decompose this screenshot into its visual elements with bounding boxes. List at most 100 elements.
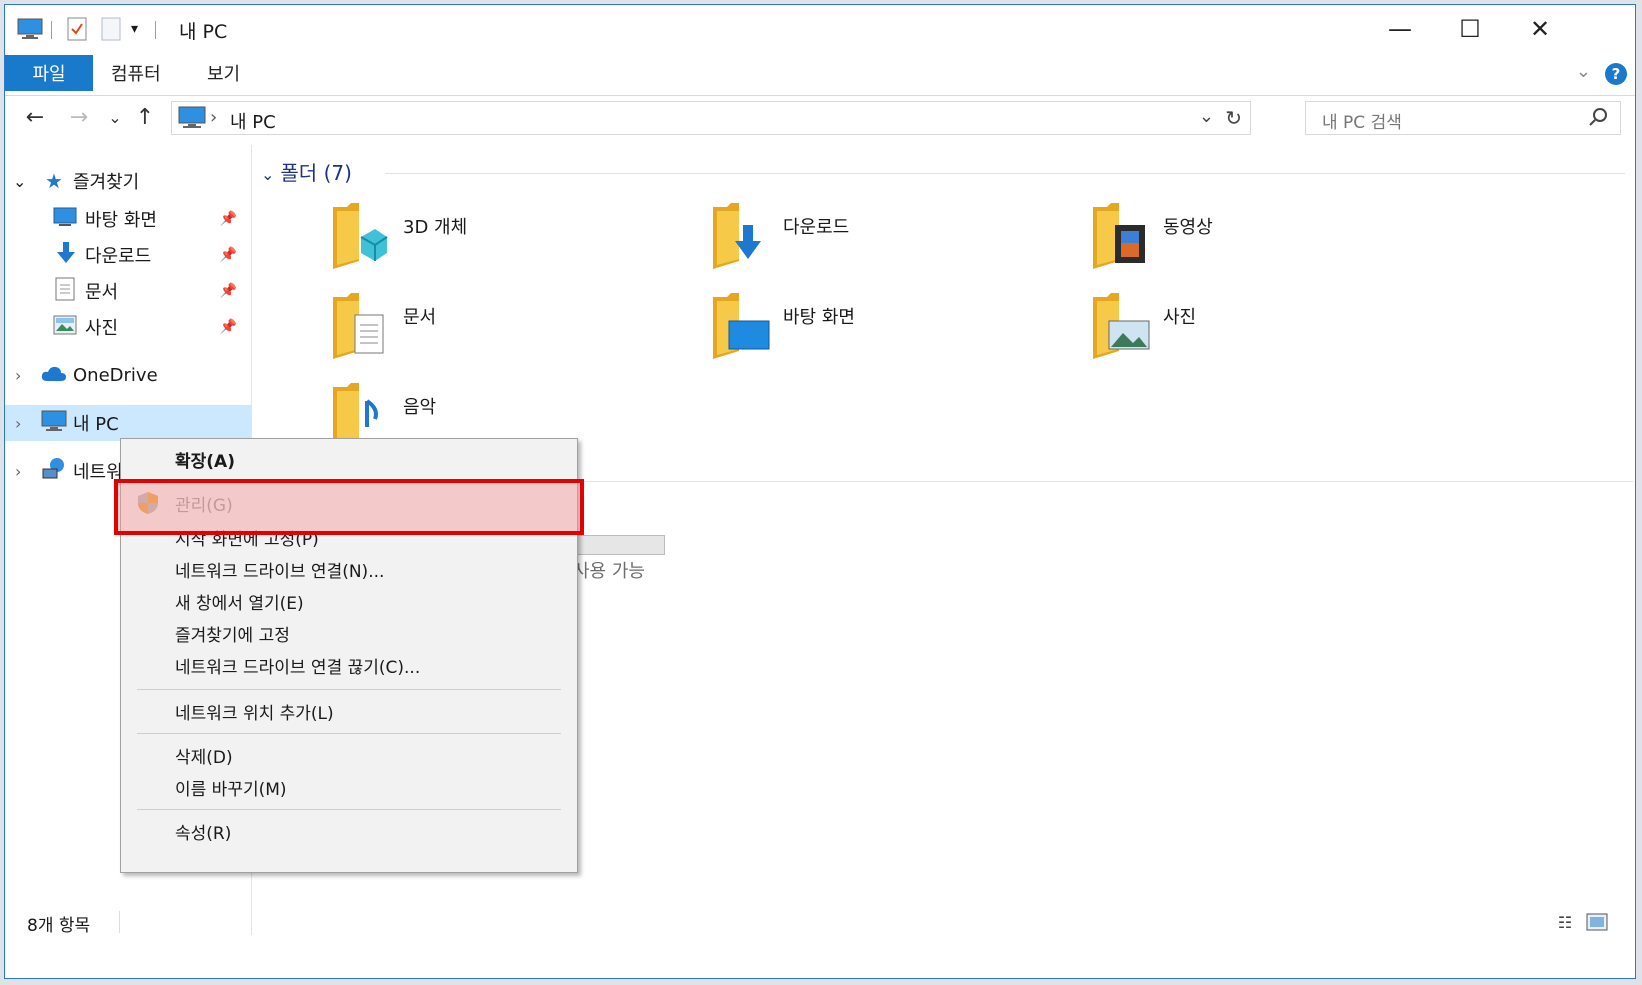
folder-label: 다운로드 xyxy=(783,217,850,238)
nav-onedrive[interactable]: › OneDrive xyxy=(5,357,251,393)
document-icon xyxy=(55,277,75,306)
menu-item-pin-quick-access[interactable]: 즐겨찾기에 고정 xyxy=(121,617,577,649)
pin-icon: 📌 xyxy=(219,319,237,335)
documents-folder-icon xyxy=(331,293,391,363)
cloud-icon xyxy=(41,364,67,387)
download-icon xyxy=(55,241,77,270)
details-view-icon[interactable]: ☷ xyxy=(1551,911,1579,933)
drive-free-space-text: 사용 가능 xyxy=(573,561,645,582)
menu-item-map-network-drive[interactable]: 네트워크 드라이브 연결(N)... xyxy=(121,553,577,585)
status-separator xyxy=(119,911,120,933)
menu-item-expand[interactable]: 확장(A) xyxy=(121,443,577,475)
large-icons-view-icon[interactable] xyxy=(1583,911,1611,933)
folder-videos[interactable]: 동영상 xyxy=(1091,203,1431,287)
folders-section-title: 폴더 (7) xyxy=(280,161,352,185)
close-button[interactable]: ✕ xyxy=(1505,5,1575,53)
folder-documents[interactable]: 문서 xyxy=(331,293,671,377)
recent-locations-button[interactable]: ⌄ xyxy=(99,101,131,133)
desktop-icon xyxy=(53,207,77,232)
pin-icon: 📌 xyxy=(219,283,237,299)
pc-icon xyxy=(41,410,67,437)
nav-item-desktop[interactable]: 바탕 화면 📌 xyxy=(5,201,251,237)
up-button[interactable]: ↑ xyxy=(129,101,161,133)
nav-item-label: OneDrive xyxy=(73,364,158,386)
nav-quick-access[interactable]: ⌄ ★ 즐겨찾기 xyxy=(5,163,251,199)
back-button[interactable]: ← xyxy=(19,101,51,133)
chevron-down-icon[interactable]: ⌄ xyxy=(13,172,26,191)
menu-item-label: 확장(A) xyxy=(175,451,235,472)
nav-item-label: 다운로드 xyxy=(85,246,152,267)
tab-computer[interactable]: 컴퓨터 xyxy=(111,55,161,91)
tab-view[interactable]: 보기 xyxy=(207,55,240,91)
menu-item-label: 즐겨찾기에 고정 xyxy=(175,625,290,646)
folder-pictures[interactable]: 사진 xyxy=(1091,293,1431,377)
status-item-count: 8개 항목 xyxy=(27,916,91,936)
nav-item-label: 문서 xyxy=(85,282,119,303)
folder-3d-objects[interactable]: 3D 개체 xyxy=(331,203,671,287)
breadcrumb-separator: › xyxy=(210,107,218,128)
tab-file[interactable]: 파일 xyxy=(5,55,93,91)
menu-item-open-new-window[interactable]: 새 창에서 열기(E) xyxy=(121,585,577,617)
menu-item-properties[interactable]: 속성(R) xyxy=(121,815,577,847)
section-divider xyxy=(385,173,1625,174)
menu-separator xyxy=(137,689,561,690)
search-input[interactable]: 내 PC 검색 xyxy=(1322,108,1402,133)
menu-separator xyxy=(137,809,561,810)
breadcrumb-location[interactable]: 내 PC xyxy=(230,108,276,134)
search-box[interactable]: 내 PC 검색 xyxy=(1305,101,1621,135)
address-bar[interactable]: › 내 PC ⌄ ↻ xyxy=(171,101,1251,135)
folder-downloads[interactable]: 다운로드 xyxy=(711,203,1051,287)
network-icon xyxy=(41,457,67,486)
nav-item-downloads[interactable]: 다운로드 📌 xyxy=(5,237,251,273)
nav-item-documents[interactable]: 문서 📌 xyxy=(5,273,251,309)
pc-icon xyxy=(17,15,43,43)
chevron-right-icon[interactable]: › xyxy=(15,462,21,481)
help-icon[interactable]: ? xyxy=(1605,63,1627,85)
menu-item-add-network-location[interactable]: 네트워크 위치 추가(L) xyxy=(121,695,577,727)
menu-item-disconnect-network-drive[interactable]: 네트워크 드라이브 연결 끊기(C)... xyxy=(121,649,577,681)
drive-usage-bar xyxy=(573,535,665,555)
nav-this-pc[interactable]: › 내 PC xyxy=(5,405,251,441)
chevron-down-icon[interactable]: ⌄ xyxy=(261,165,274,184)
star-icon: ★ xyxy=(45,169,63,193)
pin-icon: 📌 xyxy=(219,211,237,227)
customize-arrow-icon[interactable]: ▾ xyxy=(131,15,138,43)
properties-icon[interactable] xyxy=(67,15,87,43)
address-dropdown-icon[interactable]: ⌄ xyxy=(1199,106,1214,127)
menu-item-label: 속성(R) xyxy=(175,823,232,844)
minimize-button[interactable]: — xyxy=(1365,5,1435,53)
menu-item-label: 네트워크 드라이브 연결(N)... xyxy=(175,561,385,582)
chevron-right-icon[interactable]: › xyxy=(15,366,21,385)
title-bar: ▾ 내 PC — ☐ ✕ xyxy=(5,5,1635,53)
menu-item-delete[interactable]: 삭제(D) xyxy=(121,739,577,771)
folders-section-header[interactable]: ⌄ 폴더 (7) xyxy=(261,157,352,186)
pin-icon: 📌 xyxy=(219,247,237,263)
nav-item-label: 바탕 화면 xyxy=(85,210,157,231)
videos-folder-icon xyxy=(1091,203,1151,273)
expand-ribbon-icon[interactable]: ⌄ xyxy=(1576,61,1591,82)
menu-item-label: 이름 바꾸기(M) xyxy=(175,779,287,800)
menu-item-label: 새 창에서 열기(E) xyxy=(175,593,304,614)
menu-item-label: 네트워크 위치 추가(L) xyxy=(175,703,334,724)
maximize-button[interactable]: ☐ xyxy=(1435,5,1505,53)
nav-item-pictures[interactable]: 사진 📌 xyxy=(5,309,251,345)
menu-item-label: 삭제(D) xyxy=(175,747,233,768)
window-title: 내 PC xyxy=(179,21,228,43)
menu-item-rename[interactable]: 이름 바꾸기(M) xyxy=(121,771,577,803)
folder-desktop[interactable]: 바탕 화면 xyxy=(711,293,1051,377)
menu-item-label: 네트워크 드라이브 연결 끊기(C)... xyxy=(175,657,421,678)
downloads-folder-icon xyxy=(711,203,771,273)
refresh-icon[interactable]: ↻ xyxy=(1225,106,1242,130)
nav-item-label: 내 PC xyxy=(73,414,119,435)
folder-label: 사진 xyxy=(1163,307,1197,328)
folder-label: 음악 xyxy=(403,397,437,418)
highlight-annotation xyxy=(114,479,584,535)
folder-label: 문서 xyxy=(403,307,437,328)
new-folder-icon[interactable] xyxy=(101,15,121,43)
chevron-right-icon[interactable]: › xyxy=(15,414,21,433)
section-divider xyxy=(553,481,1633,482)
forward-button[interactable]: → xyxy=(63,101,95,133)
search-icon[interactable] xyxy=(1588,107,1608,131)
desktop-folder-icon xyxy=(711,293,771,363)
toolbar-separator xyxy=(155,21,156,39)
